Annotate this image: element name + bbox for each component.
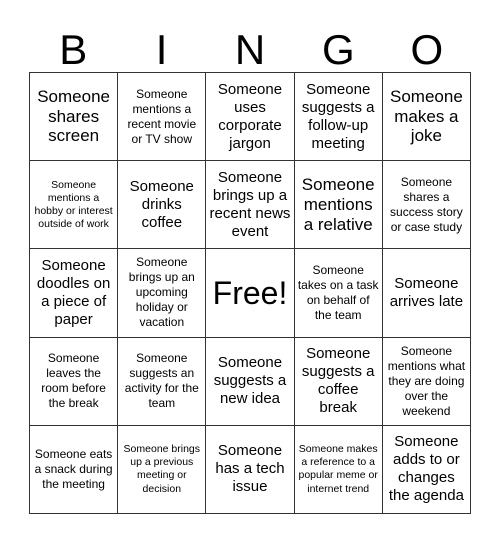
bingo-cell-text: Someone mentions what they are doing ove… xyxy=(387,343,466,418)
bingo-cell[interactable]: Someone mentions what they are doing ove… xyxy=(382,337,471,426)
bingo-cell-text: Someone shares a success story or case s… xyxy=(390,174,463,234)
bingo-cell-free[interactable]: Free! xyxy=(206,249,295,338)
bingo-cell-text: Someone drinks coffee xyxy=(129,177,194,231)
bingo-cell-text: Someone has a tech issue xyxy=(215,442,285,496)
bingo-cell-text: Someone suggests a follow-up meeting xyxy=(301,80,375,152)
bingo-cell[interactable]: Someone suggests a follow-up meeting xyxy=(294,73,383,162)
bingo-cell-text: Someone uses corporate jargon xyxy=(217,80,283,152)
bingo-cell[interactable]: Someone leaves the room before the break xyxy=(30,337,119,426)
header-letter-i: I xyxy=(155,26,168,73)
bingo-cell-text: Someone mentions a relative xyxy=(301,175,375,234)
bingo-cell[interactable]: Someone makes a reference to a popular m… xyxy=(294,425,383,514)
bingo-cell-text: Someone doodles on a piece of paper xyxy=(36,256,111,328)
bingo-cell-text: Someone suggests a coffee break xyxy=(301,345,375,417)
bingo-cell[interactable]: Someone makes a joke xyxy=(382,73,471,162)
bingo-cell[interactable]: Someone eats a snack during the meeting xyxy=(30,425,119,514)
bingo-cell-text: Someone takes on a task on behalf of the… xyxy=(297,262,379,322)
bingo-cell-text: Someone mentions a hobby or interest out… xyxy=(34,178,113,230)
bingo-cell-text: Someone brings up a recent news event xyxy=(209,168,291,240)
bingo-board: Someone shares screen Someone mentions a … xyxy=(29,72,471,514)
bingo-cell-text: Someone shares screen xyxy=(37,87,110,146)
header-letter-o: O xyxy=(410,26,444,73)
bingo-cell[interactable]: Someone doodles on a piece of paper xyxy=(30,249,119,338)
bingo-cell-text: Someone makes a reference to a popular m… xyxy=(298,443,378,495)
header-letter-b: B xyxy=(59,26,88,73)
bingo-cell-text: Someone arrives late xyxy=(389,274,464,310)
bingo-cell[interactable]: Someone uses corporate jargon xyxy=(206,73,295,162)
bingo-cell[interactable]: Someone suggests an activity for the tea… xyxy=(118,337,207,426)
bingo-cell[interactable]: Someone brings up a previous meeting or … xyxy=(118,425,207,514)
bingo-cell[interactable]: Someone adds to or changes the agenda xyxy=(382,425,471,514)
bingo-cell-text: Someone eats a snack during the meeting xyxy=(34,446,113,491)
bingo-cell[interactable]: Someone takes on a task on behalf of the… xyxy=(294,249,383,338)
bingo-header: B I N G O xyxy=(29,28,471,72)
bingo-cell[interactable]: Someone has a tech issue xyxy=(206,425,295,514)
bingo-cell[interactable]: Someone drinks coffee xyxy=(118,161,207,250)
bingo-cell[interactable]: Someone shares screen xyxy=(30,73,119,162)
bingo-cell[interactable]: Someone mentions a recent movie or TV sh… xyxy=(118,73,207,162)
bingo-cell-text: Someone brings up a previous meeting or … xyxy=(123,443,201,495)
bingo-cell[interactable]: Someone arrives late xyxy=(382,249,471,338)
bingo-cell-text: Someone makes a joke xyxy=(390,87,463,146)
bingo-cell[interactable]: Someone suggests a new idea xyxy=(206,337,295,426)
bingo-cell-text: Someone mentions a recent movie or TV sh… xyxy=(127,86,197,146)
bingo-cell[interactable]: Someone mentions a hobby or interest out… xyxy=(30,161,119,250)
bingo-cell[interactable]: Someone suggests a coffee break xyxy=(294,337,383,426)
free-space-label: Free! xyxy=(212,274,288,311)
header-letter-n: N xyxy=(234,26,266,73)
bingo-cell-text: Someone suggests an activity for the tea… xyxy=(124,351,199,411)
bingo-cell-text: Someone suggests a new idea xyxy=(213,354,287,408)
bingo-cell-text: Someone leaves the room before the break xyxy=(41,351,106,411)
bingo-cell[interactable]: Someone mentions a relative xyxy=(294,161,383,250)
bingo-cell[interactable]: Someone brings up an upcoming holiday or… xyxy=(118,249,207,338)
bingo-cell-text: Someone adds to or changes the agenda xyxy=(388,433,464,505)
bingo-cell[interactable]: Someone shares a success story or case s… xyxy=(382,161,471,250)
header-letter-g: G xyxy=(322,26,355,73)
bingo-cell[interactable]: Someone brings up a recent news event xyxy=(206,161,295,250)
bingo-cell-text: Someone brings up an upcoming holiday or… xyxy=(128,255,195,330)
